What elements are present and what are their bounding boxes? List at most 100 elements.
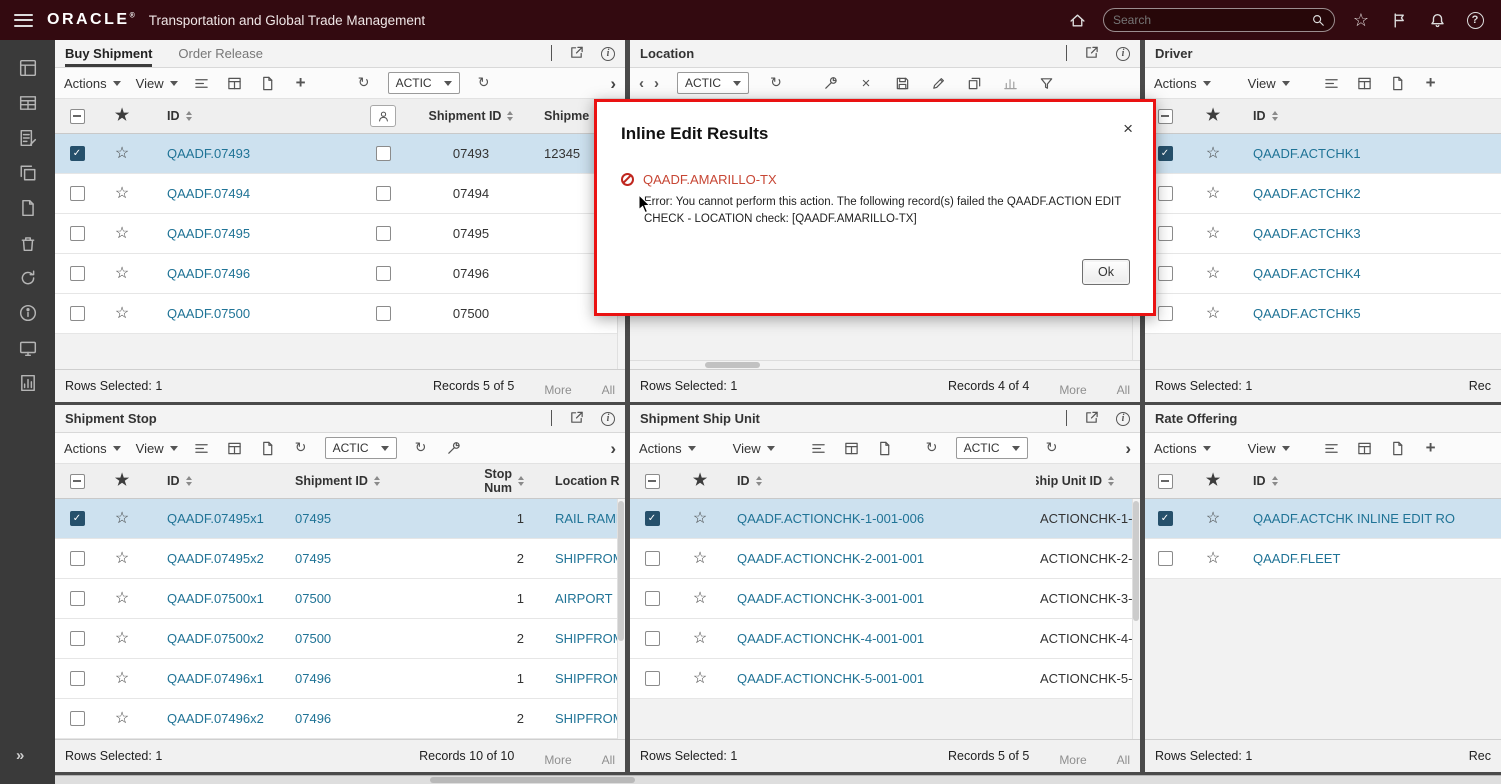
- shipment-id-link[interactable]: 07500: [295, 619, 460, 658]
- sort-columns-icon[interactable]: [193, 439, 211, 457]
- table-row[interactable]: ☆ QAADF.ACTCHK INLINE EDIT RO: [1145, 499, 1501, 539]
- actions-menu-button[interactable]: Actions: [639, 441, 696, 456]
- refresh-icon[interactable]: ↻: [1043, 439, 1061, 457]
- row-checkbox[interactable]: [645, 591, 660, 606]
- row-checkbox[interactable]: [70, 146, 85, 161]
- select-all-checkbox[interactable]: [1158, 109, 1173, 124]
- remove-icon[interactable]: ×: [857, 74, 875, 92]
- sort-icon[interactable]: [1272, 476, 1278, 486]
- toolbar-overflow-icon[interactable]: ›: [610, 440, 616, 457]
- select-all-checkbox[interactable]: [1158, 474, 1173, 489]
- row-checkbox[interactable]: [70, 711, 85, 726]
- row-secondary-checkbox[interactable]: [376, 266, 391, 281]
- view-menu-button[interactable]: View: [136, 441, 178, 456]
- row-checkbox[interactable]: [70, 671, 85, 686]
- table-row[interactable]: ☆ QAADF.07500 07500: [55, 294, 625, 334]
- table-row[interactable]: ☆ QAADF.07500x1 07500 1 AIRPORT: [55, 579, 625, 619]
- vertical-scrollbar[interactable]: [617, 499, 625, 739]
- sort-icon[interactable]: [1108, 476, 1114, 486]
- more-button[interactable]: More: [544, 383, 571, 397]
- location-link[interactable]: SHIPFROM/: [530, 659, 625, 698]
- row-checkbox[interactable]: [70, 591, 85, 606]
- table-row[interactable]: ☆ QAADF.ACTIONCHK-4-001-001 ACTIONCHK-4-…: [630, 619, 1140, 659]
- prev-icon[interactable]: ‹: [639, 76, 644, 91]
- tab-buy-shipment[interactable]: Buy Shipment: [65, 40, 152, 67]
- actions-menu-button[interactable]: Actions: [1154, 76, 1211, 91]
- driver-id-link[interactable]: QAADF.ACTCHK1: [1241, 134, 1501, 173]
- table-row[interactable]: ☆ QAADF.07494 07494: [55, 174, 625, 214]
- sync-icon[interactable]: [15, 268, 41, 288]
- row-checkbox[interactable]: [1158, 226, 1173, 241]
- more-button[interactable]: More: [544, 753, 571, 767]
- select-all-checkbox[interactable]: [70, 109, 85, 124]
- grid-view-icon[interactable]: [226, 439, 244, 457]
- monitor-icon[interactable]: [15, 338, 41, 358]
- order-entry-icon[interactable]: [15, 128, 41, 148]
- saved-search-select[interactable]: ACTIC: [325, 437, 397, 459]
- open-new-window-icon[interactable]: [569, 45, 584, 63]
- row-checkbox[interactable]: [645, 671, 660, 686]
- row-secondary-checkbox[interactable]: [376, 146, 391, 161]
- table-row[interactable]: ☆ QAADF.ACTIONCHK-1-001-006 ACTIONCHK-1-…: [630, 499, 1140, 539]
- sort-columns-icon[interactable]: [1323, 74, 1341, 92]
- row-checkbox[interactable]: [645, 631, 660, 646]
- row-secondary-checkbox[interactable]: [376, 306, 391, 321]
- favorite-star-icon[interactable]: ☆: [115, 146, 129, 162]
- favorite-star-icon[interactable]: ☆: [1206, 186, 1220, 202]
- sort-columns-icon[interactable]: [1323, 439, 1341, 457]
- favorite-star-icon[interactable]: ☆: [115, 671, 129, 687]
- table-row[interactable]: ☆ QAADF.07495 07495: [55, 214, 625, 254]
- column-header-id[interactable]: ID: [145, 464, 295, 498]
- row-checkbox[interactable]: [645, 551, 660, 566]
- sort-icon[interactable]: [186, 111, 192, 121]
- wrench-icon[interactable]: [821, 74, 839, 92]
- row-secondary-checkbox[interactable]: [376, 186, 391, 201]
- all-button[interactable]: All: [602, 753, 615, 767]
- table-row[interactable]: ☆ QAADF.ACTCHK2: [1145, 174, 1501, 214]
- user-icon[interactable]: [370, 105, 396, 127]
- driver-id-link[interactable]: QAADF.ACTCHK2: [1241, 174, 1501, 213]
- stop-id-link[interactable]: QAADF.07500x2: [145, 619, 295, 658]
- document-icon[interactable]: [15, 198, 41, 218]
- row-checkbox[interactable]: [70, 306, 85, 321]
- stop-id-link[interactable]: QAADF.07496x2: [145, 699, 295, 738]
- shipment-id-link[interactable]: 07500: [295, 579, 460, 618]
- export-document-icon[interactable]: [1389, 74, 1407, 92]
- open-new-window-icon[interactable]: [569, 410, 584, 428]
- chart-icon[interactable]: [1001, 74, 1019, 92]
- saved-search-select[interactable]: ACTIC: [677, 72, 749, 94]
- actions-menu-button[interactable]: Actions: [1154, 441, 1211, 456]
- driver-id-link[interactable]: QAADF.ACTCHK5: [1241, 294, 1501, 333]
- ship-unit-link[interactable]: QAADF.ACTIONCHK-1-001-006: [726, 499, 1036, 538]
- open-new-window-icon[interactable]: [1084, 410, 1099, 428]
- expand-sidebar-icon[interactable]: »: [16, 747, 24, 764]
- shipment-id-link[interactable]: QAADF.07494: [145, 174, 360, 213]
- row-checkbox[interactable]: [70, 551, 85, 566]
- export-document-icon[interactable]: [259, 439, 277, 457]
- workbench-icon[interactable]: [15, 58, 41, 78]
- grid-view-icon[interactable]: [843, 439, 861, 457]
- info-icon[interactable]: i: [1116, 412, 1130, 426]
- collapse-panel-icon[interactable]: [1066, 46, 1067, 61]
- favorite-star-icon[interactable]: ☆: [115, 186, 129, 202]
- add-icon[interactable]: +: [1422, 74, 1440, 92]
- help-icon[interactable]: ?: [1463, 8, 1487, 32]
- search-input[interactable]: [1113, 13, 1305, 27]
- favorite-star-icon[interactable]: ☆: [693, 591, 707, 607]
- stop-id-link[interactable]: QAADF.07495x1: [145, 499, 295, 538]
- favorite-star-icon[interactable]: ☆: [693, 671, 707, 687]
- table-row[interactable]: ☆ QAADF.07495x1 07495 1 RAIL RAMP: [55, 499, 625, 539]
- open-new-window-icon[interactable]: [1084, 45, 1099, 63]
- column-header-id[interactable]: ID: [726, 464, 1036, 498]
- export-document-icon[interactable]: [876, 439, 894, 457]
- favorite-star-icon[interactable]: ☆: [115, 551, 129, 567]
- rate-offering-link[interactable]: QAADF.ACTCHK INLINE EDIT RO: [1241, 499, 1501, 538]
- view-menu-button[interactable]: View: [733, 441, 775, 456]
- more-button[interactable]: More: [1059, 753, 1086, 767]
- table-row[interactable]: ☆ QAADF.07495x2 07495 2 SHIPFROM/: [55, 539, 625, 579]
- table-row[interactable]: ☆ QAADF.ACTIONCHK-3-001-001 ACTIONCHK-3-…: [630, 579, 1140, 619]
- home-icon[interactable]: [1065, 8, 1089, 32]
- report-icon[interactable]: [15, 373, 41, 393]
- saved-search-select[interactable]: ACTIC: [956, 437, 1028, 459]
- info-icon[interactable]: i: [1116, 47, 1130, 61]
